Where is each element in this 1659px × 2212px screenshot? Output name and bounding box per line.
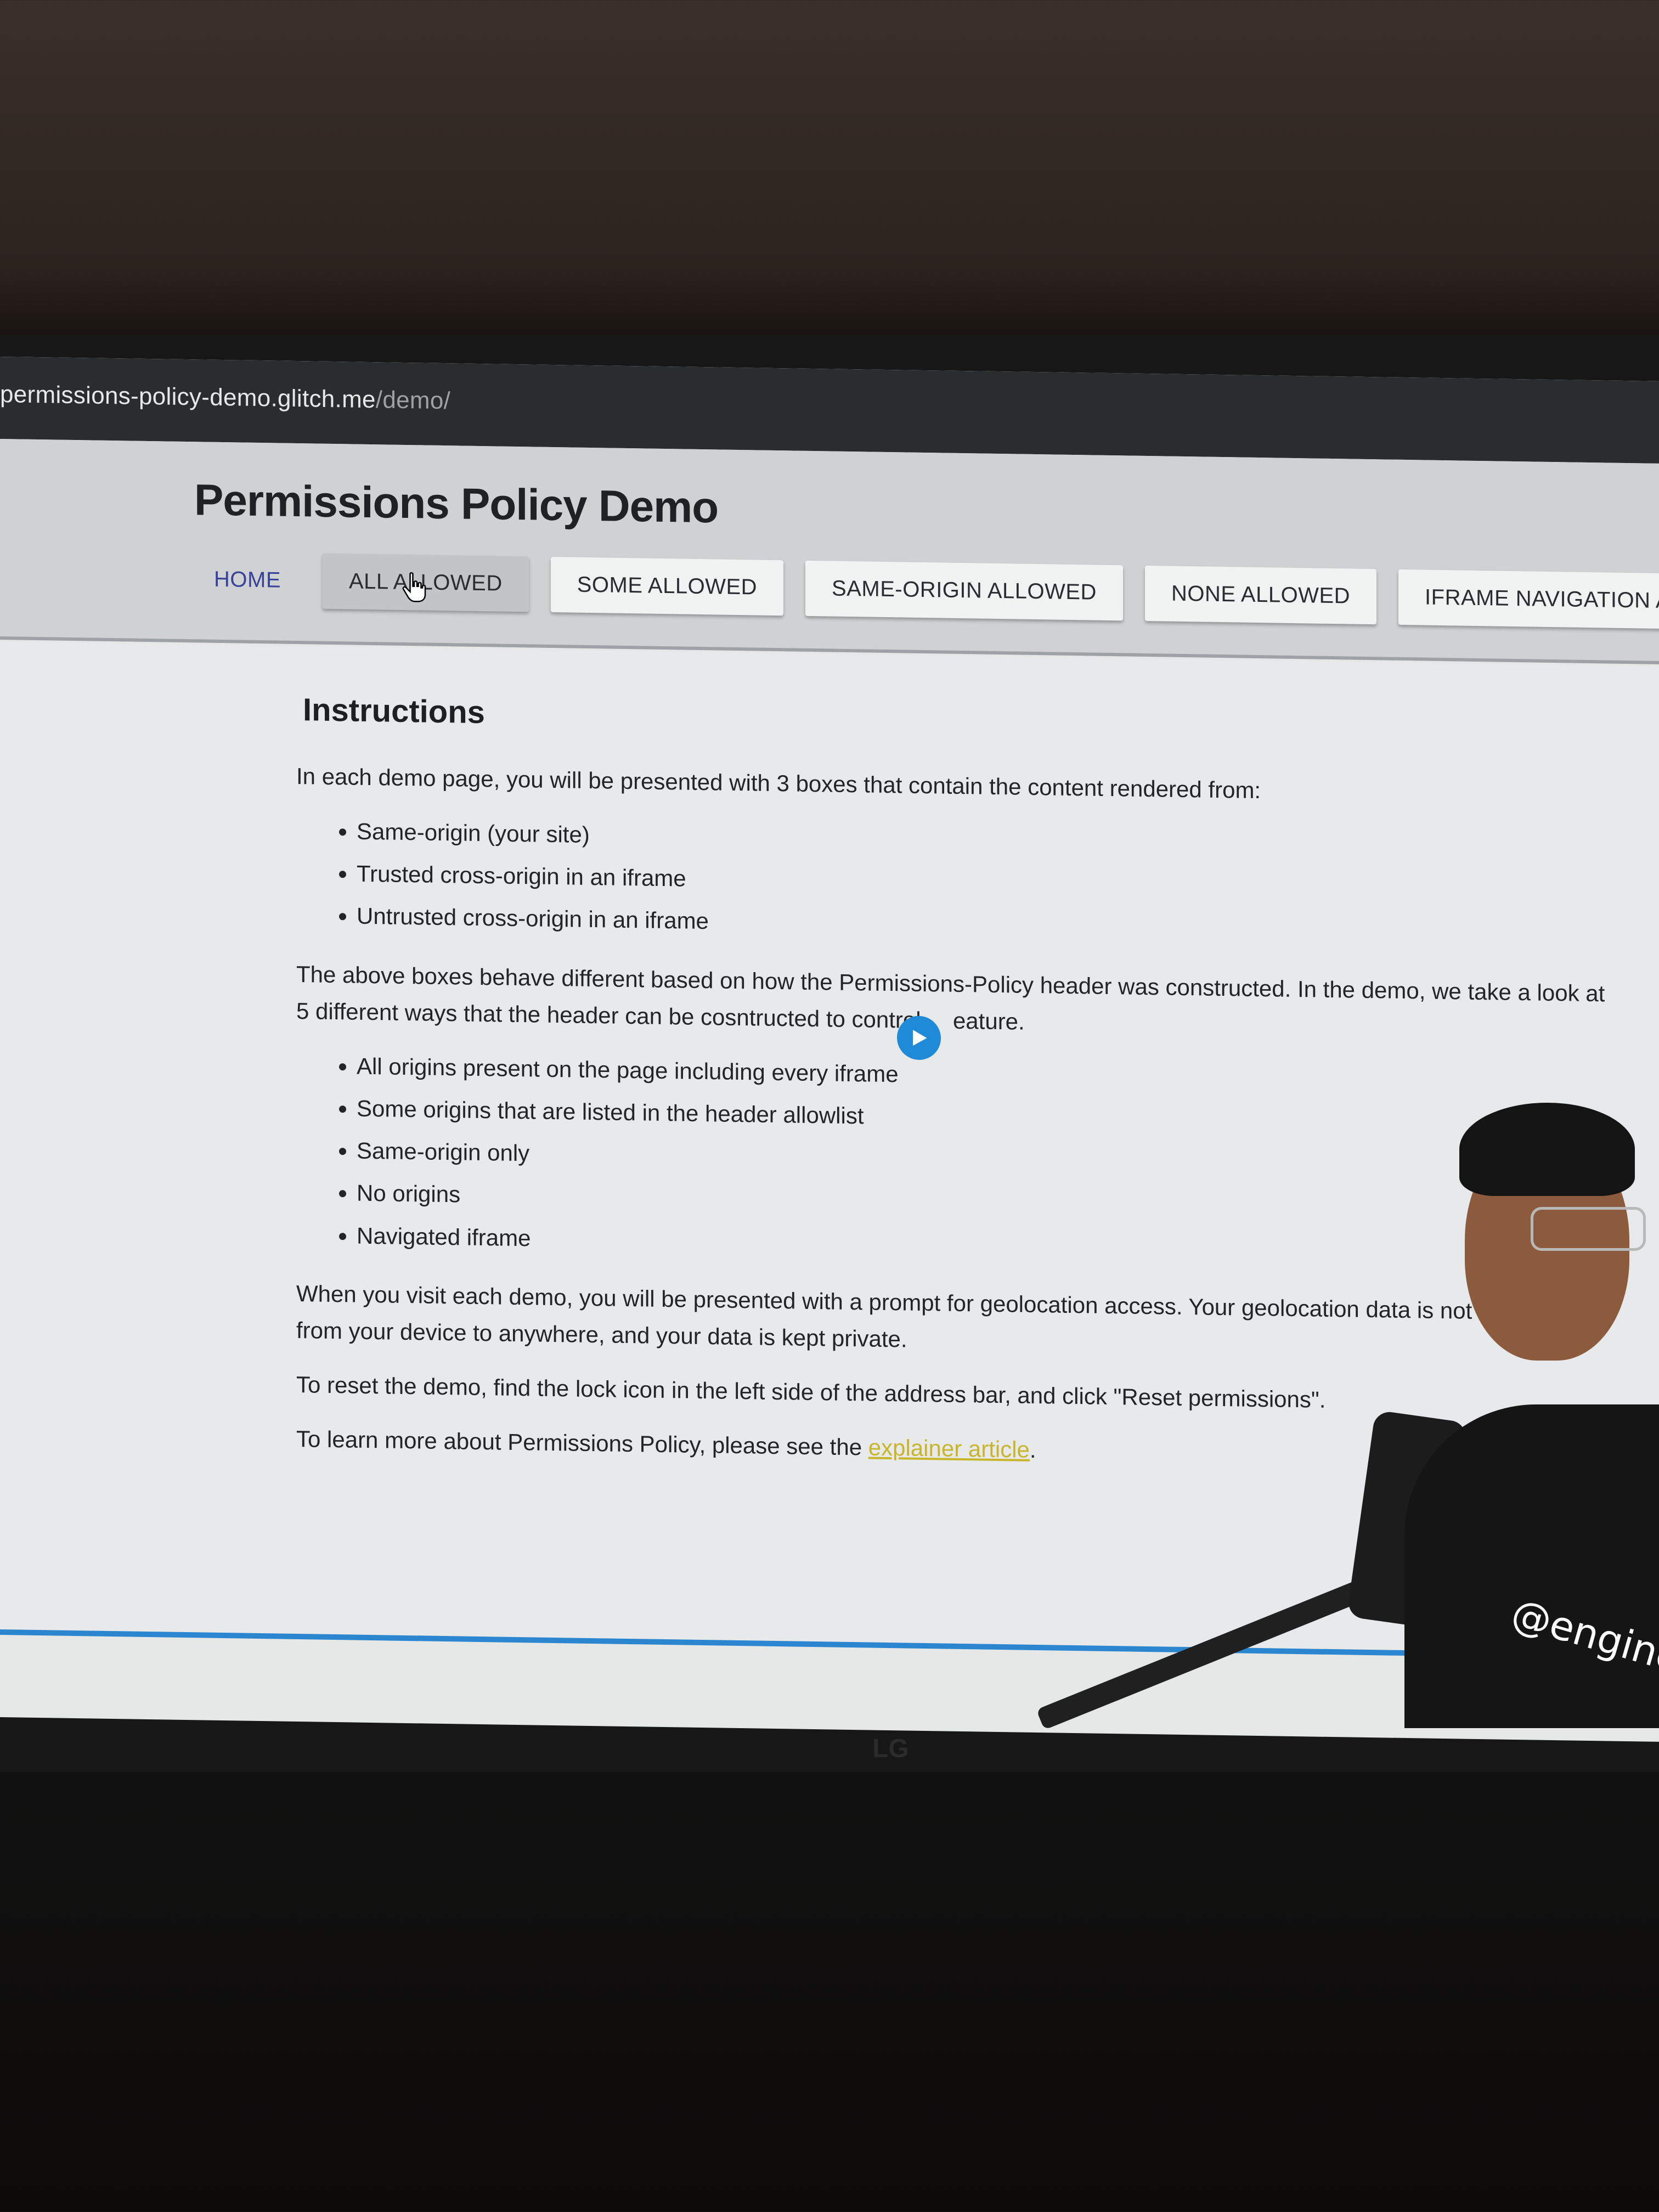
- play-button[interactable]: [897, 1015, 941, 1060]
- nav-home[interactable]: HOME: [194, 551, 301, 608]
- learn-more-period: .: [1029, 1437, 1036, 1463]
- person-shirt: [1404, 1404, 1659, 1728]
- url-path: /demo/: [375, 386, 451, 415]
- nav-none-allowed[interactable]: NONE ALLOWED: [1144, 565, 1377, 625]
- ways-paragraph-tail: eature.: [952, 1007, 1025, 1035]
- person-hair: [1459, 1103, 1635, 1196]
- ways-paragraph: The above boxes behave different based o…: [296, 956, 1613, 1049]
- instructions-heading: Instructions: [303, 692, 485, 731]
- monitor-brand-logo: LG: [872, 1734, 909, 1763]
- url-text[interactable]: permissions-policy-demo.glitch.me/demo/: [0, 381, 450, 415]
- page-header: Permissions Policy Demo HOME ALL ALLOWED…: [0, 439, 1659, 664]
- ways-paragraph-text: The above boxes behave different based o…: [296, 961, 1605, 1033]
- boxes-list: Same-origin (your site) Trusted cross-or…: [296, 812, 1613, 953]
- explainer-article-link[interactable]: explainer article: [868, 1435, 1030, 1463]
- webcam-overlay: @engineer: [1355, 1097, 1659, 1728]
- learn-more-text: To learn more about Permissions Policy, …: [296, 1426, 862, 1460]
- nav-some-allowed[interactable]: SOME ALLOWED: [550, 556, 784, 616]
- hand-cursor-icon: [402, 572, 426, 602]
- nav-iframe-navigation-allowed[interactable]: IFRAME NAVIGATION ALLOW: [1398, 569, 1659, 630]
- url-host: permissions-policy-demo.glitch.me: [0, 381, 376, 414]
- play-icon: [913, 1030, 927, 1046]
- glasses: [1531, 1207, 1646, 1251]
- page-title: Permissions Policy Demo: [194, 475, 719, 532]
- intro-paragraph: In each demo page, you will be presented…: [296, 763, 1261, 803]
- nav-same-origin-allowed[interactable]: SAME-ORIGIN ALLOWED: [805, 560, 1123, 621]
